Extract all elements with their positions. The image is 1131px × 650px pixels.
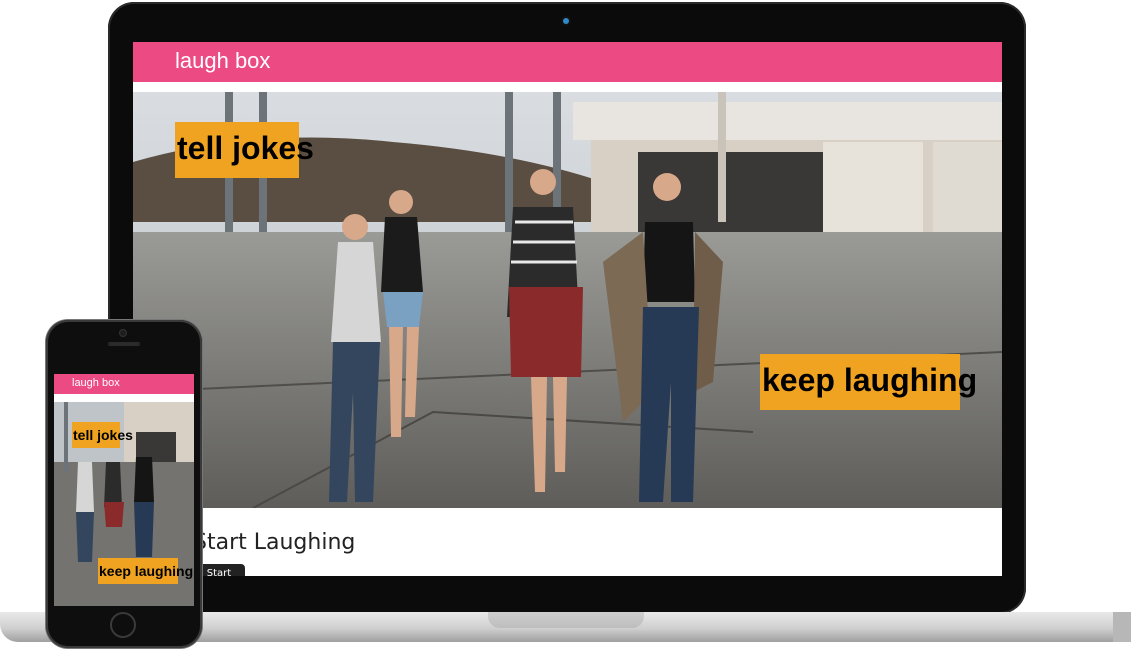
phone-hero-image: tell jokes keep laughing: [54, 402, 194, 606]
laptop-screen: laugh box tell jokes keep laughing Start…: [133, 42, 1002, 576]
phone-screen: laugh box tell jokes keep laughing: [54, 374, 194, 606]
camera-icon: [563, 18, 569, 24]
phone-navbar: laugh box: [54, 374, 194, 394]
hero-image: tell jokes keep laughing: [133, 92, 1002, 508]
phone-frame: laugh box tell jokes keep laughing: [46, 320, 202, 648]
phone-hero-tag-top: tell jokes: [72, 422, 133, 448]
cta-heading: Start Laughing: [193, 530, 356, 555]
phone-brand-logo[interactable]: laugh box: [72, 377, 120, 389]
hero-tag-top: tell jokes: [175, 122, 314, 178]
brand-logo[interactable]: laugh box: [175, 48, 270, 74]
home-button-icon[interactable]: [110, 612, 136, 638]
phone-speaker: [108, 342, 140, 346]
phone-hero-tag-bottom: keep laughing: [98, 558, 193, 584]
hero-tag-bottom: keep laughing: [760, 354, 977, 410]
laptop-base-end: [1113, 612, 1131, 642]
phone-camera-icon: [120, 330, 126, 336]
laptop-base-notch: [488, 612, 644, 628]
navbar: laugh box: [133, 42, 1002, 82]
